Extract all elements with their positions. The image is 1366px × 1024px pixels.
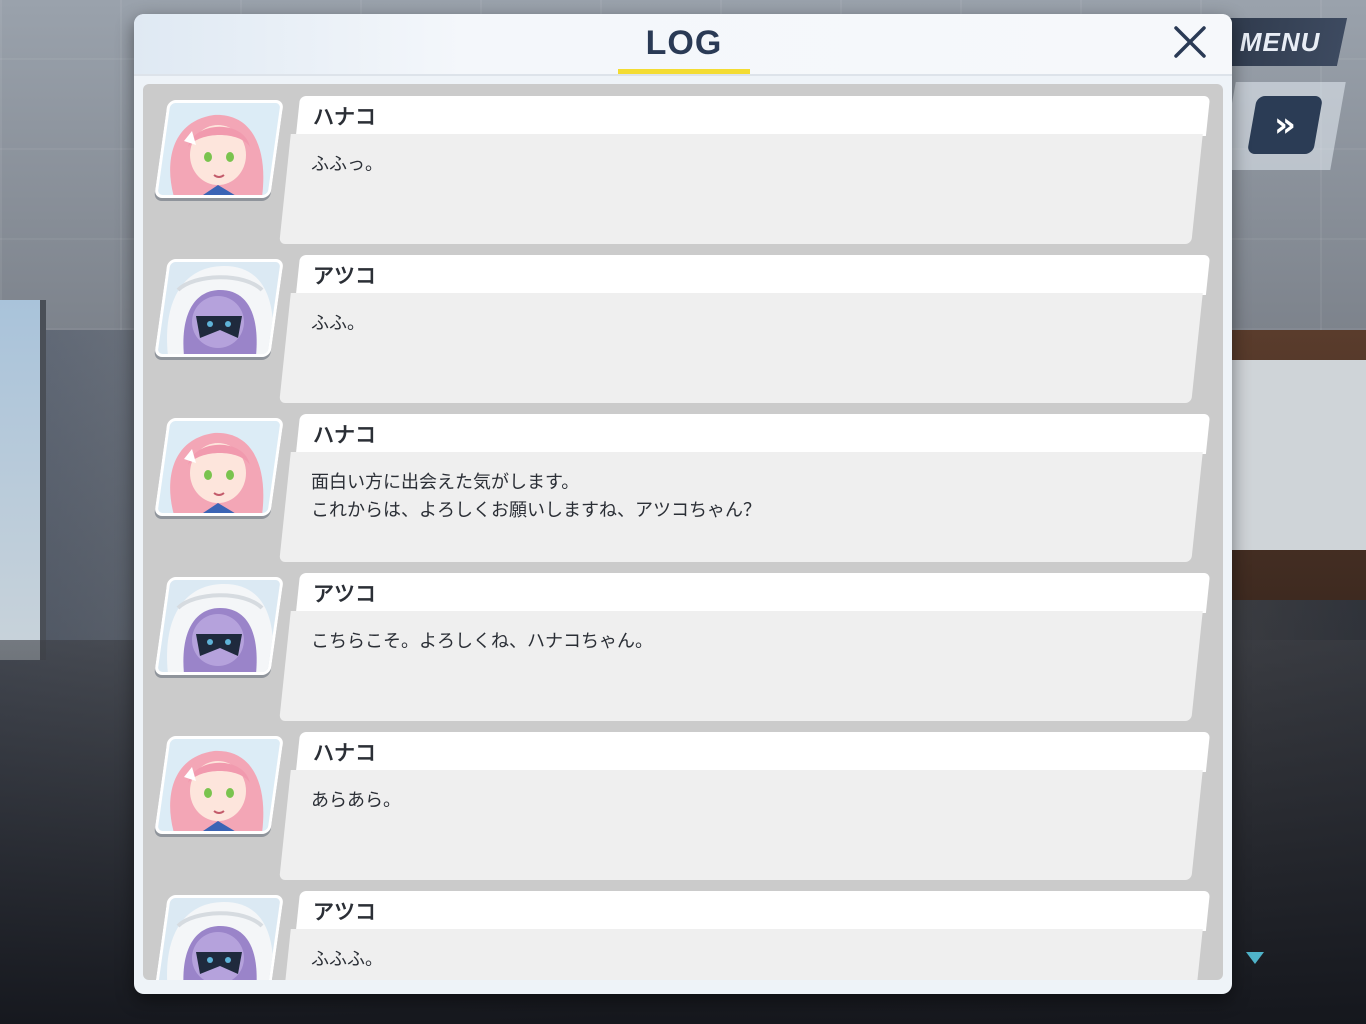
speaker-name: アツコ <box>313 264 376 288</box>
hanako-portrait-icon <box>154 100 284 198</box>
dialogue-text: あらあら。 <box>311 790 401 811</box>
fast-forward-button[interactable]: » <box>1246 96 1324 154</box>
speaker-name: アツコ <box>313 582 376 606</box>
triangle-down-icon[interactable] <box>1246 952 1264 964</box>
log-entry: アツコこちらこそ。よろしくね、ハナコちゃん。 <box>143 573 1223 723</box>
speaker-name-tab <box>295 96 1211 136</box>
dialogue-bubble <box>279 770 1203 880</box>
dialogue-text: ふふふ。 <box>311 949 383 970</box>
speaker-name: ハナコ <box>313 423 376 447</box>
speaker-name-tab <box>295 255 1211 295</box>
hanako-portrait-icon <box>154 736 284 834</box>
log-header: LOG <box>134 14 1232 76</box>
atsuko-portrait-icon <box>154 259 284 357</box>
speaker-name-tab <box>295 573 1211 613</box>
log-entry: ハナコ面白い方に出会えた気がします。これからは、よろしくお願いしますね、アツコち… <box>143 414 1223 564</box>
speaker-name: アツコ <box>313 900 376 924</box>
log-entry: ハナコ ふふっ。 <box>143 96 1223 246</box>
hanako-portrait-icon <box>154 418 284 516</box>
speaker-name: ハナコ <box>313 741 376 765</box>
log-title: LOG <box>645 24 723 62</box>
dialogue-text: ふふっ。 <box>311 154 383 175</box>
background-whiteboard <box>1226 360 1366 550</box>
fast-forward-icon: » <box>1274 105 1296 145</box>
background-window <box>0 300 46 660</box>
menu-button[interactable]: MENU <box>1212 18 1348 66</box>
log-entry: アツコ ふふ。 <box>143 255 1223 405</box>
dialogue-text: こちらこそ。よろしくね、ハナコちゃん。 <box>311 631 653 652</box>
dialogue-text: これからは、よろしくお願いしますね、アツコちゃん？ <box>311 500 761 521</box>
log-entry: ハナコ あらあら。 <box>143 732 1223 882</box>
dialogue-bubble <box>279 293 1203 403</box>
speaker-name-tab <box>295 891 1211 931</box>
log-entry: アツコ ふふふ。 <box>143 891 1223 980</box>
menu-label: MENU <box>1239 26 1321 57</box>
atsuko-portrait-icon <box>154 577 284 675</box>
speaker-name-tab <box>295 414 1211 454</box>
dialogue-bubble <box>279 929 1203 980</box>
log-list[interactable]: ハナコ ふふっ。 アツコ ふふ。 ハナコ 面白い方に出会えた気がします。 これからは、よ… <box>143 84 1223 980</box>
title-underline <box>618 69 750 74</box>
dialogue-text: 面白い方に出会えた気がします。 <box>311 472 580 493</box>
speaker-name: ハナコ <box>313 105 376 129</box>
log-dialog: LOG ハナコ ふふっ。 アツコ ふふ。 ハナコ 面白い方に出会えた気がします。… <box>134 14 1232 994</box>
speaker-name-tab <box>295 732 1211 772</box>
close-button[interactable] <box>1170 22 1210 62</box>
atsuko-portrait-icon <box>154 895 284 980</box>
dialogue-text: ふふ。 <box>311 313 365 334</box>
dialogue-bubble <box>279 134 1203 244</box>
close-icon <box>1174 26 1206 58</box>
